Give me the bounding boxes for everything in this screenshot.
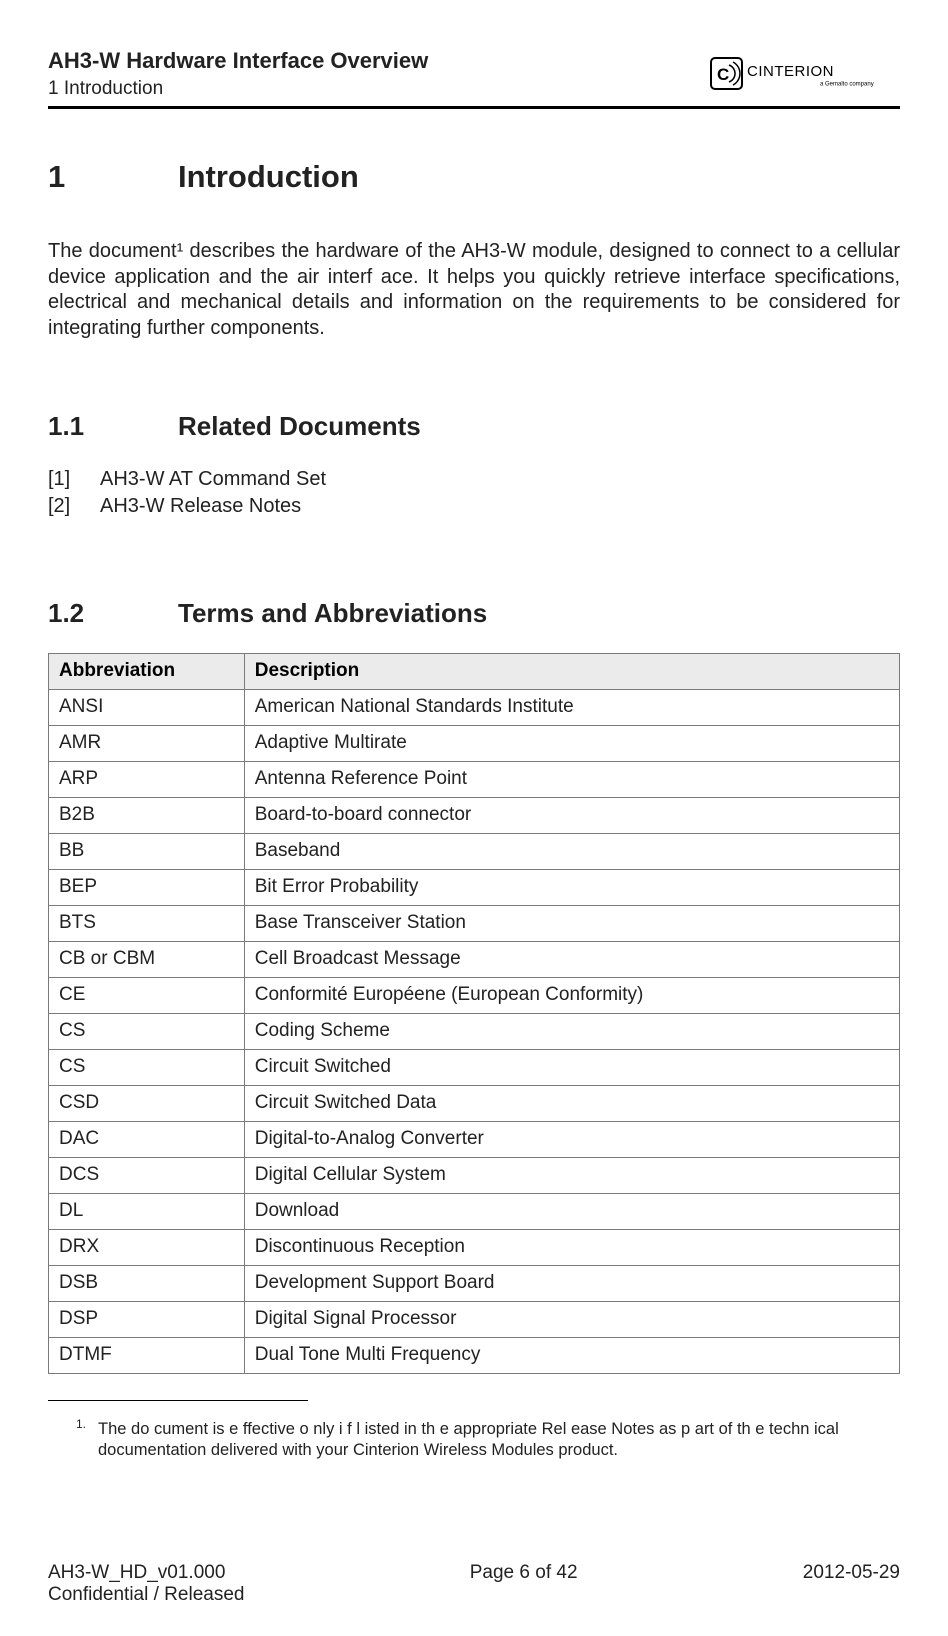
cell-description: Circuit Switched	[244, 1050, 899, 1086]
cell-abbreviation: BTS	[49, 906, 245, 942]
cell-abbreviation: CS	[49, 1050, 245, 1086]
cell-abbreviation: DRX	[49, 1230, 245, 1266]
table-row: DSPDigital Signal Processor	[49, 1302, 900, 1338]
footnote-marker: 1.	[76, 1417, 90, 1458]
cell-description: Dual Tone Multi Frequency	[244, 1338, 899, 1374]
related-documents-list: [1]AH3-W AT Command Set[2]AH3-W Release …	[48, 466, 900, 520]
related-doc-item: [1]AH3-W AT Command Set	[48, 466, 900, 493]
table-row: B2BBoard-to-board connector	[49, 798, 900, 834]
table-row: DTMFDual Tone Multi Frequency	[49, 1338, 900, 1374]
cell-abbreviation: DCS	[49, 1158, 245, 1194]
table-row: DRXDiscontinuous Reception	[49, 1230, 900, 1266]
breadcrumb: 1 Introduction	[48, 78, 428, 100]
document-page: AH3-W Hardware Interface Overview 1 Intr…	[0, 0, 948, 1461]
cell-abbreviation: DL	[49, 1194, 245, 1230]
table-row: BBBaseband	[49, 834, 900, 870]
footer-page-number: Page 6 of 42	[244, 1562, 802, 1606]
col-header-abbreviation: Abbreviation	[49, 654, 245, 690]
table-row: BEPBit Error Probability	[49, 870, 900, 906]
footer-date: 2012-05-29	[803, 1562, 900, 1606]
cell-abbreviation: DSB	[49, 1266, 245, 1302]
cell-description: Baseband	[244, 834, 899, 870]
footer-doc-id: AH3-W_HD_v01.000	[48, 1562, 244, 1584]
cell-description: Conformité Européene (European Conformit…	[244, 978, 899, 1014]
cell-description: Download	[244, 1194, 899, 1230]
cell-description: Development Support Board	[244, 1266, 899, 1302]
footer-left: AH3-W_HD_v01.000 Confidential / Released	[48, 1562, 244, 1606]
reference-number: [2]	[48, 493, 100, 520]
table-row: DCSDigital Cellular System	[49, 1158, 900, 1194]
footnote-rule	[48, 1400, 308, 1401]
cell-abbreviation: CB or CBM	[49, 942, 245, 978]
table-row: CSDCircuit Switched Data	[49, 1086, 900, 1122]
cell-description: Digital Cellular System	[244, 1158, 899, 1194]
cell-description: Cell Broadcast Message	[244, 942, 899, 978]
table-row: DSBDevelopment Support Board	[49, 1266, 900, 1302]
table-row: ARPAntenna Reference Point	[49, 762, 900, 798]
intro-paragraph: The document¹ describes the hardware of …	[48, 239, 900, 341]
section-number: 1.1	[48, 411, 178, 442]
header-left: AH3-W Hardware Interface Overview 1 Intr…	[48, 48, 428, 100]
cell-abbreviation: CSD	[49, 1086, 245, 1122]
footnote-section: 1. The do cument is e ffective o nly i f…	[48, 1400, 900, 1460]
cell-abbreviation: BB	[49, 834, 245, 870]
table-row: BTSBase Transceiver Station	[49, 906, 900, 942]
table-row: CB or CBMCell Broadcast Message	[49, 942, 900, 978]
page-footer: AH3-W_HD_v01.000 Confidential / Released…	[48, 1556, 900, 1606]
brand-logo: C CINTERION a Gemalto company	[710, 52, 900, 96]
cell-abbreviation: B2B	[49, 798, 245, 834]
section-number: 1.2	[48, 598, 178, 629]
cell-description: American National Standards Institute	[244, 690, 899, 726]
table-row: CSCoding Scheme	[49, 1014, 900, 1050]
section-heading-1-2: 1.2Terms and Abbreviations	[48, 598, 900, 629]
page-header: AH3-W Hardware Interface Overview 1 Intr…	[48, 48, 900, 109]
cell-abbreviation: DTMF	[49, 1338, 245, 1374]
cell-abbreviation: ANSI	[49, 690, 245, 726]
section-heading-1-1: 1.1Related Documents	[48, 411, 900, 442]
cell-description: Digital Signal Processor	[244, 1302, 899, 1338]
cell-abbreviation: CE	[49, 978, 245, 1014]
reference-title: AH3-W Release Notes	[100, 495, 301, 517]
section-title: Terms and Abbreviations	[178, 598, 487, 628]
cell-abbreviation: CS	[49, 1014, 245, 1050]
table-row: DACDigital-to-Analog Converter	[49, 1122, 900, 1158]
cell-description: Bit Error Probability	[244, 870, 899, 906]
cell-abbreviation: AMR	[49, 726, 245, 762]
related-doc-item: [2]AH3-W Release Notes	[48, 493, 900, 520]
table-row: DLDownload	[49, 1194, 900, 1230]
cell-description: Base Transceiver Station	[244, 906, 899, 942]
table-row: CEConformité Européene (European Conform…	[49, 978, 900, 1014]
table-header-row: Abbreviation Description	[49, 654, 900, 690]
section-title: Related Documents	[178, 411, 421, 441]
table-row: AMRAdaptive Multirate	[49, 726, 900, 762]
footer-confidentiality: Confidential / Released	[48, 1584, 244, 1606]
cell-abbreviation: BEP	[49, 870, 245, 906]
section-heading-1: 1Introduction	[48, 159, 900, 195]
cell-description: Antenna Reference Point	[244, 762, 899, 798]
doc-title: AH3-W Hardware Interface Overview	[48, 48, 428, 74]
logo-subtext: a Gemalto company	[820, 82, 874, 88]
svg-text:C: C	[717, 65, 729, 84]
section-title: Introduction	[178, 159, 359, 194]
table-row: CSCircuit Switched	[49, 1050, 900, 1086]
logo-wordmark: CINTERION	[747, 63, 834, 80]
cell-description: Digital-to-Analog Converter	[244, 1122, 899, 1158]
cinterion-logo-icon: C CINTERION a Gemalto company	[710, 52, 900, 96]
table-row: ANSIAmerican National Standards Institut…	[49, 690, 900, 726]
cell-abbreviation: ARP	[49, 762, 245, 798]
section-number: 1	[48, 159, 178, 195]
cell-description: Coding Scheme	[244, 1014, 899, 1050]
footnote: 1. The do cument is e ffective o nly i f…	[48, 1419, 900, 1460]
reference-title: AH3-W AT Command Set	[100, 468, 326, 490]
reference-number: [1]	[48, 466, 100, 493]
cell-description: Board-to-board connector	[244, 798, 899, 834]
cell-description: Discontinuous Reception	[244, 1230, 899, 1266]
footnote-text: The do cument is e ffective o nly i f l …	[98, 1419, 900, 1460]
cell-description: Adaptive Multirate	[244, 726, 899, 762]
cell-description: Circuit Switched Data	[244, 1086, 899, 1122]
col-header-description: Description	[244, 654, 899, 690]
cell-abbreviation: DAC	[49, 1122, 245, 1158]
abbreviations-table: Abbreviation Description ANSIAmerican Na…	[48, 653, 900, 1374]
cell-abbreviation: DSP	[49, 1302, 245, 1338]
